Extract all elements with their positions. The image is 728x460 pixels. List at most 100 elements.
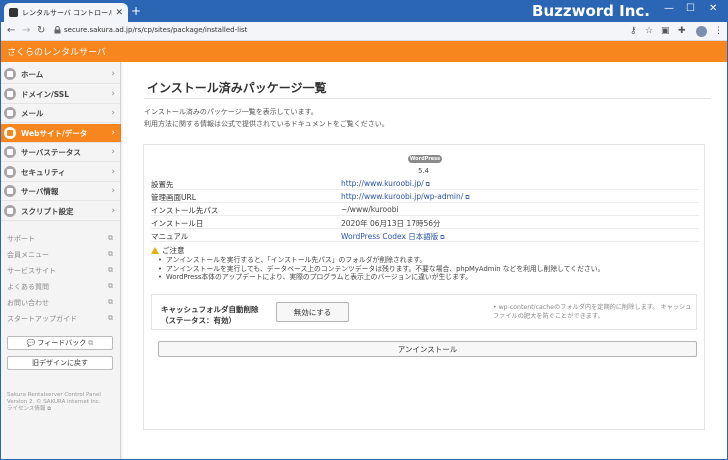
- chevron-right-icon: ›: [111, 206, 115, 216]
- forward-icon[interactable]: →: [22, 25, 30, 36]
- sidebar-link-service-site[interactable]: サービスサイト ⧉: [7, 266, 113, 276]
- page-title: インストール済みパッケージ一覧: [147, 81, 327, 95]
- notice-item: アンインストールを実行すると、「インストール先パス」のフォルダが削除されます。: [158, 256, 698, 265]
- bookmark-star-icon[interactable]: ☆: [645, 26, 653, 36]
- web-icon: [4, 127, 16, 139]
- package-panel: WordPress 5.4 設置先 http://www.kuroobi.jp/…: [143, 144, 705, 430]
- sidebar-link-member-menu[interactable]: 会員メニュー ⧉: [7, 250, 113, 260]
- external-link-icon: ⧉: [108, 266, 113, 274]
- info-row-install-location: 設置先 http://www.kuroobi.jp/⧉: [151, 177, 699, 190]
- sidebar-link-support[interactable]: サポート ⧉: [7, 234, 113, 244]
- sidebar-item-label: サーバ情報: [21, 186, 59, 196]
- external-link-icon: ⧉: [108, 250, 113, 258]
- sidebar-link-label: よくある質問: [7, 283, 49, 291]
- disable-cache-button[interactable]: 無効にする: [276, 302, 349, 322]
- external-link-icon: ⧉: [465, 194, 470, 201]
- info-icon: [4, 185, 16, 197]
- site-favicon-icon: [9, 8, 18, 17]
- reload-icon[interactable]: ↻: [37, 25, 45, 36]
- chevron-right-icon: ›: [111, 147, 115, 157]
- key-icon[interactable]: ⚷: [630, 26, 637, 36]
- cache-setting-status: （ステータス：有効）: [161, 316, 236, 325]
- feedback-button-label: フィードバック: [37, 339, 87, 347]
- sidebar-item-label: ドメイン/SSL: [21, 89, 69, 99]
- external-link-icon: ⧉: [108, 234, 113, 242]
- sidebar-item-script-settings[interactable]: スクリプト設定 ›: [0, 202, 121, 221]
- notice-item: アンインストールを実行しても、データベース上のコンテンツデータは残ります。不要な…: [158, 265, 698, 274]
- cache-setting-title: キャッシュフォルダ自動削除: [161, 305, 259, 314]
- sidebar: ホーム › ドメイン/SSL › メール › Webサイト/データ › サーバス…: [0, 62, 124, 460]
- notice-heading: ご注意: [151, 245, 185, 256]
- mail-icon: [4, 107, 16, 119]
- external-link-icon: ⧉: [88, 338, 94, 347]
- wordpress-badge: WordPress: [408, 155, 442, 163]
- browser-tab[interactable]: レンタルサーバ コントロールパネル ✕: [4, 3, 128, 22]
- chevron-right-icon: ›: [111, 89, 115, 99]
- screenshot-icon[interactable]: ▣: [661, 26, 670, 36]
- install-date-value: 2020年 06月13日 17時56分: [341, 219, 441, 228]
- browser-menu-icon[interactable]: ⋮: [714, 26, 723, 36]
- sidebar-item-server-status[interactable]: サーバステータス ›: [0, 143, 121, 162]
- sidebar-item-website-data[interactable]: Webサイト/データ ›: [0, 124, 121, 143]
- chevron-right-icon: ›: [111, 108, 115, 118]
- external-link-icon: ⧉: [108, 314, 113, 322]
- overlay-brand: Buzzword Inc.: [532, 2, 650, 20]
- footer-license-label: ライセンス情報: [7, 406, 46, 412]
- footer-license-link[interactable]: ライセンス情報 ⧉: [7, 406, 51, 413]
- new-tab-button[interactable]: +: [131, 4, 141, 18]
- app-header: さくらのレンタルサーバ: [0, 41, 728, 62]
- external-link-icon: ⧉: [425, 181, 430, 188]
- uninstall-button[interactable]: アンインストール: [158, 341, 697, 357]
- info-row-admin-url: 管理画面URL http://www.kuroobi.jp/wp-admin/⧉: [151, 190, 699, 203]
- manual-link[interactable]: WordPress Codex 日本語版 ⧉: [341, 231, 445, 242]
- install-path-value: ~/www/kuroobi: [341, 205, 399, 214]
- site-url-link[interactable]: http://www.kuroobi.jp/⧉: [341, 179, 430, 189]
- manual-link-text: WordPress Codex 日本語版: [341, 232, 439, 241]
- close-window-button[interactable]: ✕: [709, 3, 717, 14]
- chevron-right-icon: ›: [111, 167, 115, 177]
- external-link-icon: ⧉: [108, 298, 113, 306]
- sidebar-link-contact[interactable]: お問い合わせ ⧉: [7, 298, 113, 308]
- admin-url-link[interactable]: http://www.kuroobi.jp/wp-admin/⧉: [341, 192, 470, 202]
- sidebar-link-faq[interactable]: よくある質問 ⧉: [7, 282, 113, 292]
- sidebar-item-label: メール: [21, 108, 44, 118]
- close-tab-icon[interactable]: ✕: [115, 8, 123, 18]
- maximize-window-button[interactable]: ☐: [686, 3, 695, 14]
- sidebar-item-security[interactable]: セキュリティ ›: [0, 163, 121, 182]
- address-input[interactable]: secure.sakura.ad.jp/rs/cp/sites/package/…: [64, 26, 247, 34]
- sidebar-item-label: セキュリティ: [21, 167, 66, 177]
- sidebar-item-server-info[interactable]: サーバ情報 ›: [0, 182, 121, 201]
- sidebar-item-label: Webサイト/データ: [21, 128, 88, 138]
- row-label: マニュアル: [151, 232, 189, 241]
- browser-toolbar: ← → ↻ secure.sakura.ad.jp/rs/cp/sites/pa…: [0, 22, 728, 41]
- row-label: 設置先: [151, 180, 174, 189]
- row-label: 管理画面URL: [151, 193, 196, 202]
- info-row-manual: マニュアル WordPress Codex 日本語版 ⧉: [151, 229, 699, 242]
- warning-icon: [151, 247, 159, 254]
- sidebar-item-label: スクリプト設定: [21, 206, 74, 216]
- tab-title: レンタルサーバ コントロールパネル: [22, 8, 113, 17]
- sidebar-item-mail[interactable]: メール ›: [0, 104, 121, 123]
- profile-avatar[interactable]: [696, 26, 707, 37]
- app-title[interactable]: さくらのレンタルサーバ: [7, 45, 106, 58]
- home-icon: [4, 68, 16, 80]
- notice-list: アンインストールを実行すると、「インストール先パス」のフォルダが削除されます。 …: [158, 256, 698, 282]
- lock-icon: [54, 26, 61, 34]
- lock-icon: [4, 166, 16, 178]
- old-design-button[interactable]: 旧デザインに戻す: [7, 356, 113, 370]
- extensions-icon[interactable]: ✚: [678, 26, 686, 36]
- back-icon[interactable]: ←: [7, 25, 15, 36]
- row-label: インストール先パス: [151, 206, 219, 215]
- browser-tab-strip: レンタルサーバ コントロールパネル ✕ + Buzzword Inc. — ☐ …: [0, 0, 728, 22]
- row-label: インストール日: [151, 219, 204, 228]
- info-row-install-path: インストール先パス ~/www/kuroobi: [151, 203, 699, 216]
- minimize-window-button[interactable]: —: [664, 3, 674, 14]
- feedback-button[interactable]: 💬 フィードバック ⧉: [7, 336, 113, 350]
- sidebar-item-home[interactable]: ホーム ›: [0, 65, 121, 84]
- title-divider: [144, 98, 711, 99]
- external-link-icon: ⧉: [108, 282, 113, 290]
- domain-icon: [4, 88, 16, 100]
- sidebar-item-domain-ssl[interactable]: ドメイン/SSL ›: [0, 85, 121, 104]
- sidebar-link-startup-guide[interactable]: スタートアップガイド ⧉: [7, 314, 113, 324]
- site-url-text: http://www.kuroobi.jp/: [341, 179, 424, 188]
